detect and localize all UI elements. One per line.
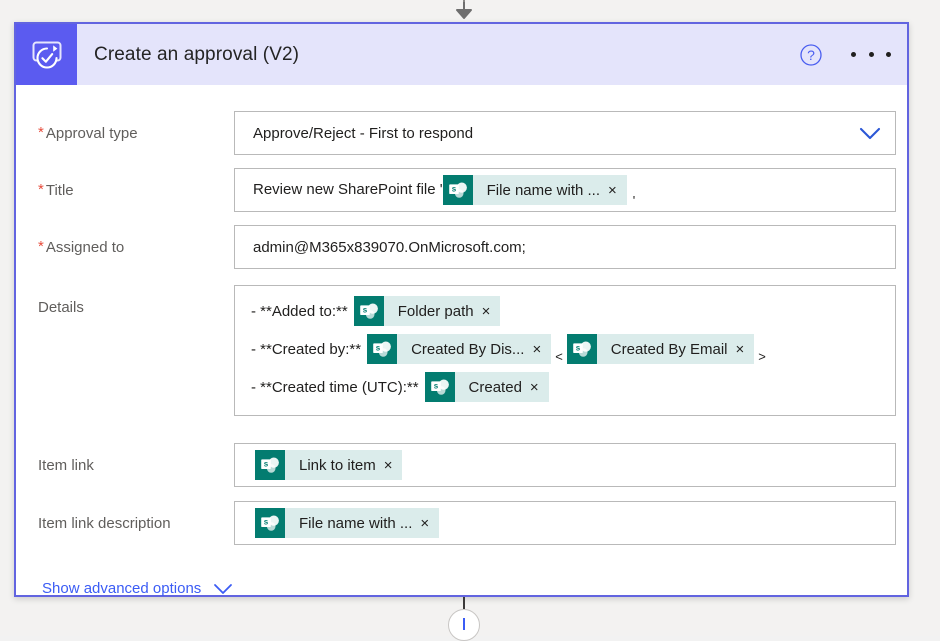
title-input[interactable]: Review new SharePoint file ' s File name… bbox=[234, 168, 896, 212]
more-dot bbox=[886, 52, 891, 57]
field-label-item-link: Item link bbox=[38, 456, 94, 476]
title-prefix-text: Review new SharePoint file ' bbox=[253, 181, 443, 198]
field-label-item-link-description: Item link description bbox=[38, 514, 171, 534]
assigned-to-value: admin@M365x839070.OnMicrosoft.com; bbox=[253, 238, 526, 256]
label-text: Assigned to bbox=[45, 239, 125, 256]
token-remove-icon[interactable]: × bbox=[528, 380, 549, 395]
chevron-down-icon[interactable] bbox=[859, 127, 881, 140]
advanced-options-label: Show advanced options bbox=[42, 580, 202, 597]
details-lead-text: - **Created by:** bbox=[251, 340, 362, 358]
details-line: - **Added to:** s Folder path × bbox=[251, 292, 895, 330]
field-label-approval-type: * Approval type bbox=[38, 124, 138, 144]
connector-bottom bbox=[0, 597, 940, 641]
sharepoint-icon: s bbox=[442, 175, 473, 205]
token-remove-icon[interactable]: × bbox=[480, 304, 501, 319]
more-dot bbox=[851, 52, 856, 57]
label-text: Approval type bbox=[45, 125, 138, 142]
token-label: File name with ... bbox=[486, 181, 600, 199]
token-label: Created bbox=[468, 378, 522, 396]
details-trailing-text: > bbox=[758, 349, 766, 364]
card-body: * Approval type Approve/Reject - First t… bbox=[16, 85, 907, 597]
svg-text:s: s bbox=[363, 306, 368, 315]
token-remove-icon[interactable]: × bbox=[418, 516, 439, 531]
help-circle-icon[interactable]: ? bbox=[799, 43, 823, 67]
approvals-icon bbox=[16, 24, 77, 85]
svg-text:?: ? bbox=[807, 47, 815, 63]
token-label: Link to item bbox=[299, 456, 376, 474]
arrow-down-icon bbox=[452, 0, 476, 20]
details-line: - **Created by:** s Created By Dis... × bbox=[251, 330, 895, 368]
token-remove-icon[interactable]: × bbox=[734, 342, 755, 357]
svg-text:s: s bbox=[451, 185, 456, 194]
dynamic-content-token[interactable]: s Folder path × bbox=[353, 296, 501, 326]
flow-designer-canvas: Create an approval (V2) ? * Approval typ… bbox=[0, 0, 940, 641]
dynamic-content-token[interactable]: s Created × bbox=[424, 372, 549, 402]
add-step-plus bbox=[463, 618, 465, 630]
token-remove-icon[interactable]: × bbox=[382, 458, 403, 473]
details-input[interactable]: - **Added to:** s Folder path × - **Crea… bbox=[234, 285, 896, 416]
label-text: Details bbox=[38, 299, 84, 316]
assigned-to-input[interactable]: admin@M365x839070.OnMicrosoft.com; bbox=[234, 225, 896, 269]
token-remove-icon[interactable]: × bbox=[530, 342, 551, 357]
field-label-title: * Title bbox=[38, 181, 74, 201]
details-line: - **Created time (UTC):** s Created × bbox=[251, 368, 895, 406]
label-text: Item link bbox=[38, 457, 94, 474]
card-title: Create an approval (V2) bbox=[94, 43, 300, 65]
more-horizontal-icon[interactable] bbox=[851, 44, 891, 66]
connector-top bbox=[0, 0, 940, 22]
sharepoint-icon: s bbox=[353, 296, 384, 326]
field-label-details: Details bbox=[38, 298, 84, 318]
svg-text:s: s bbox=[576, 344, 581, 353]
label-text: Title bbox=[45, 182, 74, 199]
dynamic-content-token[interactable]: s Link to item × bbox=[255, 450, 403, 480]
required-indicator: * bbox=[38, 238, 44, 255]
dynamic-content-token[interactable]: s Created By Dis... × bbox=[367, 334, 552, 364]
sharepoint-icon: s bbox=[566, 334, 597, 364]
svg-text:s: s bbox=[264, 518, 269, 527]
token-remove-icon[interactable]: × bbox=[606, 183, 627, 198]
approval-type-value: Approve/Reject - First to respond bbox=[253, 124, 474, 142]
item-link-description-input[interactable]: s File name with ... × bbox=[234, 501, 896, 545]
svg-text:s: s bbox=[264, 460, 269, 469]
svg-text:s: s bbox=[376, 344, 381, 353]
chevron-down-icon[interactable] bbox=[213, 583, 233, 595]
card-header[interactable]: Create an approval (V2) ? bbox=[16, 24, 907, 85]
required-indicator: * bbox=[38, 124, 44, 141]
details-lead-text: - **Added to:** bbox=[251, 302, 348, 320]
details-between-text: < bbox=[555, 349, 563, 364]
field-label-assigned-to: * Assigned to bbox=[38, 238, 124, 258]
required-indicator: * bbox=[38, 181, 44, 198]
approval-type-dropdown[interactable]: Approve/Reject - First to respond bbox=[234, 111, 896, 155]
item-link-input[interactable]: s Link to item × bbox=[234, 443, 896, 487]
more-dot bbox=[868, 52, 874, 57]
connector-stem bbox=[463, 597, 465, 609]
token-label: File name with ... bbox=[299, 514, 413, 532]
dynamic-content-token[interactable]: s File name with ... × bbox=[255, 508, 440, 538]
token-label: Created By Email bbox=[610, 340, 728, 358]
title-suffix-text: ' bbox=[632, 193, 636, 208]
token-label: Created By Dis... bbox=[411, 340, 525, 358]
dynamic-content-token[interactable]: s Created By Email × bbox=[566, 334, 755, 364]
token-label: Folder path bbox=[397, 302, 474, 320]
details-lead-text: - **Created time (UTC):** bbox=[251, 378, 419, 396]
sharepoint-icon: s bbox=[255, 450, 285, 480]
sharepoint-icon: s bbox=[367, 334, 398, 364]
action-card-create-approval[interactable]: Create an approval (V2) ? * Approval typ… bbox=[14, 22, 909, 597]
show-advanced-options-link[interactable]: Show advanced options bbox=[42, 580, 233, 597]
dynamic-content-token[interactable]: s File name with ... × bbox=[442, 175, 627, 205]
sharepoint-icon: s bbox=[424, 372, 455, 402]
sharepoint-icon: s bbox=[255, 508, 285, 538]
label-text: Item link description bbox=[38, 515, 171, 532]
svg-text:s: s bbox=[433, 382, 438, 391]
